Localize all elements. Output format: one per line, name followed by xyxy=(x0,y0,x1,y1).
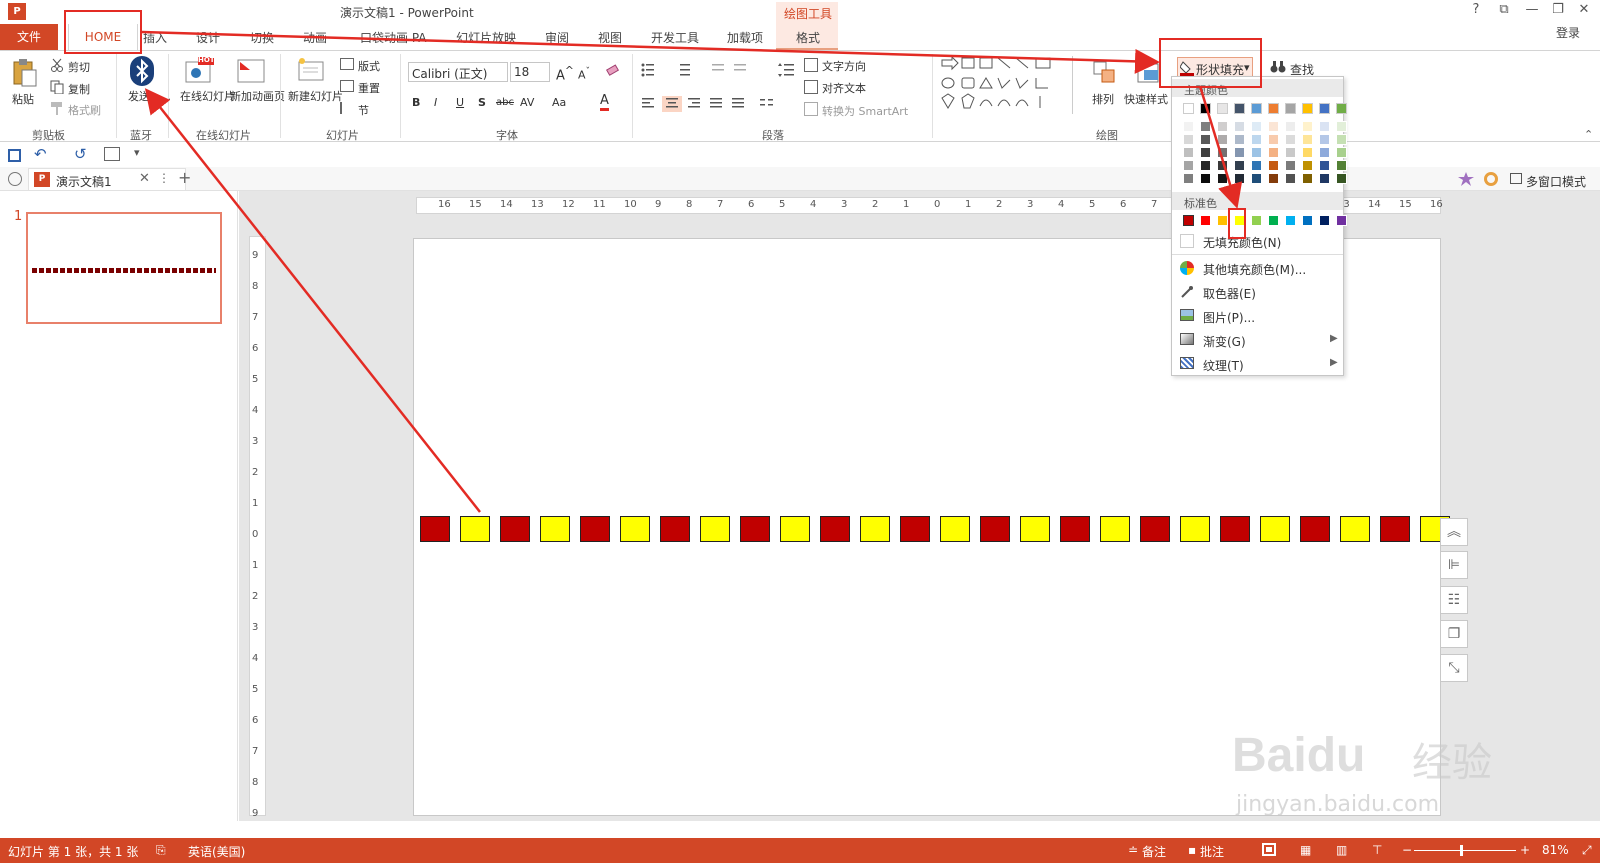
watermark-url: jingyan.baidu.com xyxy=(1236,792,1440,817)
zoom-out-button[interactable]: − xyxy=(1402,843,1412,857)
normal-view-icon[interactable] xyxy=(1262,843,1276,856)
zoom-slider-thumb[interactable] xyxy=(1460,845,1463,856)
arrow-fill-to-yellow xyxy=(1198,85,1243,209)
watermark-cn: 经验 xyxy=(1412,740,1492,786)
slide-sorter-icon[interactable]: ▦ xyxy=(1300,843,1311,857)
arrow-home-to-fill xyxy=(141,30,1160,74)
spellcheck-icon[interactable]: ⎘ xyxy=(156,843,166,858)
comments-button[interactable]: 批注 xyxy=(1200,843,1224,860)
notes-icon: ≐ xyxy=(1128,843,1139,857)
watermark-brand: Baidu xyxy=(1232,729,1366,782)
zoom-level[interactable]: 81% xyxy=(1542,843,1569,857)
slideshow-view-icon[interactable]: ⊤ xyxy=(1372,843,1382,857)
comments-icon: ▪ xyxy=(1188,843,1197,857)
zoom-in-button[interactable]: + xyxy=(1520,843,1530,857)
zoom-slider-track[interactable] xyxy=(1414,850,1516,851)
language-indicator[interactable]: 英语(美国) xyxy=(188,843,245,860)
slide-info: 幻灯片 第 1 张，共 1 张 xyxy=(8,845,139,859)
notes-button[interactable]: 备注 xyxy=(1142,843,1166,860)
reading-view-icon[interactable]: ▥ xyxy=(1336,843,1347,857)
fit-to-window-icon[interactable]: ⤢ xyxy=(1582,843,1592,858)
arrow-squares-to-ribbon xyxy=(144,88,481,513)
